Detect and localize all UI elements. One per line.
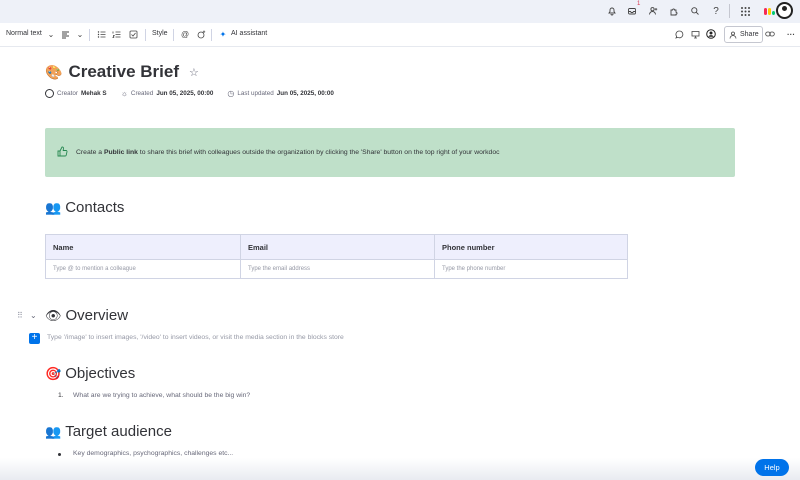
search-icon[interactable] (688, 4, 702, 18)
target-emoji-icon: 🎯 (45, 365, 62, 381)
palette-emoji-icon: 🎨 (45, 63, 63, 80)
doc-meta: Creator Mehak S ☼ Created Jun 05, 2025, … (45, 89, 348, 98)
align-left-icon[interactable] (59, 28, 71, 40)
created-date: Jun 05, 2025, 00:00 (156, 90, 214, 97)
mention-icon[interactable]: @ (179, 28, 191, 40)
objectives-heading: 🎯 Objectives (45, 365, 135, 382)
inbox-badge: 1 (637, 1, 641, 7)
comment-icon[interactable] (673, 28, 685, 40)
target-audience-heading-text[interactable]: Target audience (65, 423, 172, 440)
presentation-icon[interactable] (689, 28, 701, 40)
eye-emoji-icon: 👁 (45, 307, 62, 323)
person-icon (729, 31, 737, 39)
name-cell[interactable]: Type @ to mention a colleague (45, 259, 241, 279)
doc-title-row: 🎨 Creative Brief ☆ (45, 62, 199, 82)
bell-icon[interactable] (605, 4, 619, 18)
page-title[interactable]: Creative Brief (68, 62, 179, 82)
star-icon[interactable]: ☆ (189, 66, 199, 79)
list-item-number: 1. (58, 392, 64, 399)
top-bar: 1 ? (0, 0, 800, 23)
callout-banner: Create a Public link to share this brief… (45, 128, 735, 177)
bottom-fade (0, 458, 800, 480)
creator-avatar-icon (45, 89, 54, 98)
share-button[interactable]: Share (724, 26, 763, 43)
creator-label: Creator (57, 90, 78, 97)
overview-heading-text[interactable]: Overview (66, 307, 129, 324)
toolbar-divider (173, 29, 174, 41)
people-emoji-icon: 👥 (45, 199, 62, 215)
table-row: Type @ to mention a colleague Type the e… (45, 259, 628, 279)
numbered-list-icon[interactable] (110, 28, 122, 40)
editor-toolbar: Normal text ⌄ ⌄ Style @ ✦ AI assistant S… (0, 23, 800, 47)
toolbar-divider (211, 29, 212, 41)
table-header-row: Name Email Phone number (45, 234, 628, 260)
objectives-heading-text[interactable]: Objectives (65, 365, 135, 382)
drag-handle-icon[interactable]: ⠿ (17, 311, 23, 320)
toolbar-divider (145, 29, 146, 41)
chevron-down-icon[interactable]: ⌄ (74, 28, 86, 40)
media-hint-text[interactable]: Type '/image' to insert images, '/video'… (47, 334, 344, 341)
grid-menu-icon[interactable] (738, 4, 752, 18)
updated-date: Jun 05, 2025, 00:00 (276, 90, 334, 97)
ai-sparkle-icon[interactable]: ✦ (217, 28, 229, 40)
email-cell[interactable]: Type the email address (240, 259, 435, 279)
clock-icon: ◷ (227, 89, 235, 98)
column-header-email[interactable]: Email (240, 234, 435, 260)
public-link-text: Public link (103, 149, 138, 156)
created-label: Created (130, 90, 154, 97)
collaborator-avatar-icon[interactable] (705, 28, 717, 40)
bullet-icon (58, 453, 61, 456)
share-label: Share (740, 31, 759, 38)
list-item[interactable]: Key demographics, psychographics, challe… (73, 450, 233, 457)
callout-text-after: to share this brief with colleagues outs… (139, 149, 500, 156)
link-icon[interactable] (764, 28, 776, 40)
column-header-name[interactable]: Name (45, 234, 241, 260)
collapse-chevron-icon[interactable]: ⌄ (30, 311, 37, 320)
creator-info: Creator Mehak S (45, 89, 107, 98)
topbar-divider (729, 4, 730, 18)
contacts-heading: 👥 Contacts (45, 199, 124, 216)
text-style-dropdown[interactable]: Normal text (6, 30, 42, 37)
created-info: ☼ Created Jun 05, 2025, 00:00 (121, 89, 214, 98)
people-emoji-icon: 👥 (45, 423, 62, 439)
column-header-phone[interactable]: Phone number (434, 234, 628, 260)
thumbs-up-icon (57, 146, 68, 160)
apps-icon[interactable] (667, 4, 681, 18)
help-button[interactable]: Help (755, 459, 789, 476)
more-options-icon[interactable]: ··· (785, 28, 797, 40)
phone-cell[interactable]: Type the phone number (434, 259, 628, 279)
toolbar-divider (89, 29, 90, 41)
add-block-button[interactable]: + (29, 333, 40, 344)
updated-label: Last updated (237, 90, 274, 97)
contacts-heading-text[interactable]: Contacts (65, 199, 124, 216)
callout-text: Create a Public link to share this brief… (76, 149, 500, 156)
overview-heading: 👁 Overview (45, 307, 128, 324)
invite-members-icon[interactable] (646, 4, 660, 18)
ai-assistant-button[interactable]: AI assistant (231, 30, 267, 37)
help-icon[interactable]: ? (709, 4, 723, 18)
sun-icon: ☼ (120, 89, 128, 98)
contacts-table: Name Email Phone number Type @ to mentio… (45, 234, 628, 279)
creator-name[interactable]: Mehak S (81, 90, 107, 97)
callout-text-before: Create a (76, 149, 103, 156)
style-button[interactable]: Style (152, 30, 168, 37)
bullet-list-icon[interactable] (95, 28, 107, 40)
checklist-icon[interactable] (127, 28, 139, 40)
updated-info: ◷ Last updated Jun 05, 2025, 00:00 (227, 89, 333, 98)
user-avatar-icon[interactable] (776, 2, 793, 19)
target-audience-heading: 👥 Target audience (45, 423, 172, 440)
chevron-down-icon[interactable]: ⌄ (45, 28, 57, 40)
monday-logo-icon (764, 8, 776, 15)
list-item[interactable]: What are we trying to achieve, what shou… (73, 392, 250, 399)
emoji-icon[interactable] (195, 28, 207, 40)
